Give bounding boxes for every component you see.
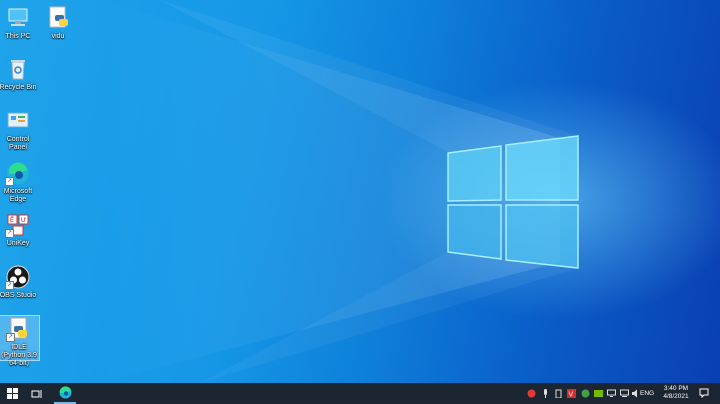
unikey-label: UniKey <box>6 240 30 247</box>
idle-python-icon[interactable]: ↗ IDLE (Python 3.9 64-bit) <box>0 315 40 367</box>
usb-tray-icon[interactable] <box>553 388 563 398</box>
python-file-icon <box>45 5 71 31</box>
shortcut-arrow-icon: ↗ <box>6 333 15 342</box>
edge-icon <box>59 386 71 399</box>
control-panel-glyph-icon <box>5 108 31 134</box>
microphone-tray-icon[interactable] <box>540 388 550 398</box>
shortcut-arrow-icon: ↗ <box>5 177 14 186</box>
obs-studio-icon[interactable]: ↗ OBS Studio <box>0 264 38 300</box>
shortcut-arrow-icon: ↗ <box>5 281 14 290</box>
unikey-icon[interactable]: Ê Ư ↗ UniKey <box>0 212 38 248</box>
unikey-tray-icon[interactable]: V <box>566 388 576 398</box>
language-indicator[interactable]: ENG <box>640 390 654 397</box>
task-view-button[interactable] <box>26 383 46 404</box>
unikey-logo-icon: Ê Ư ↗ <box>5 212 31 238</box>
nvidia-tray-icon[interactable] <box>593 388 603 398</box>
computer-icon <box>5 5 31 31</box>
svg-text:Ê: Ê <box>10 216 14 224</box>
obs-studio-label: OBS Studio <box>0 292 37 299</box>
control-panel-label: Control Panel <box>6 136 30 151</box>
taskbar-edge-button[interactable] <box>54 383 76 404</box>
idle-logo-icon: ↗ <box>6 316 32 342</box>
this-pc-icon[interactable]: This PC <box>0 5 38 41</box>
microsoft-edge-label: Microsoft Edge <box>3 188 33 203</box>
clock-time: 3:40 PM <box>663 385 689 392</box>
notification-icon <box>699 388 709 398</box>
vidu-file-icon[interactable]: vidu <box>38 5 78 41</box>
svg-text:V: V <box>568 391 573 398</box>
ad-blocker-tray-icon[interactable] <box>526 388 536 398</box>
start-button[interactable] <box>0 383 24 404</box>
control-panel-icon[interactable]: Control Panel <box>0 108 38 152</box>
recycle-bin-icon[interactable]: Recycle Bin <box>0 56 38 92</box>
trash-icon <box>5 56 31 82</box>
windows-logo-icon <box>6 388 18 399</box>
display-tray-icon[interactable] <box>606 388 616 398</box>
edge-logo-icon: ↗ <box>5 160 31 186</box>
task-view-icon <box>31 389 41 398</box>
windows-logo-wallpaper <box>100 0 579 383</box>
shortcut-arrow-icon: ↗ <box>5 229 14 238</box>
taskbar: V ENG 3:40 PM 4/8/2021 <box>0 383 720 404</box>
recycle-bin-label: Recycle Bin <box>0 84 37 91</box>
volume-tray-icon[interactable] <box>630 388 640 398</box>
network-tray-icon[interactable] <box>619 388 629 398</box>
idle-python-label: IDLE (Python 3.9 64-bit) <box>1 344 37 367</box>
microsoft-edge-icon[interactable]: ↗ Microsoft Edge <box>0 160 38 204</box>
vidu-label: vidu <box>51 33 65 40</box>
this-pc-label: This PC <box>5 33 31 40</box>
security-tray-icon[interactable] <box>580 388 590 398</box>
clock[interactable]: 3:40 PM 4/8/2021 <box>658 385 694 401</box>
obs-logo-icon: ↗ <box>5 264 31 290</box>
notifications-button[interactable] <box>699 388 709 398</box>
desktop-wallpaper[interactable]: This PC vidu Recycle Bin Control Panel ↗… <box>0 0 720 383</box>
svg-text:Ư: Ư <box>21 218 26 224</box>
clock-date: 4/8/2021 <box>663 393 689 400</box>
